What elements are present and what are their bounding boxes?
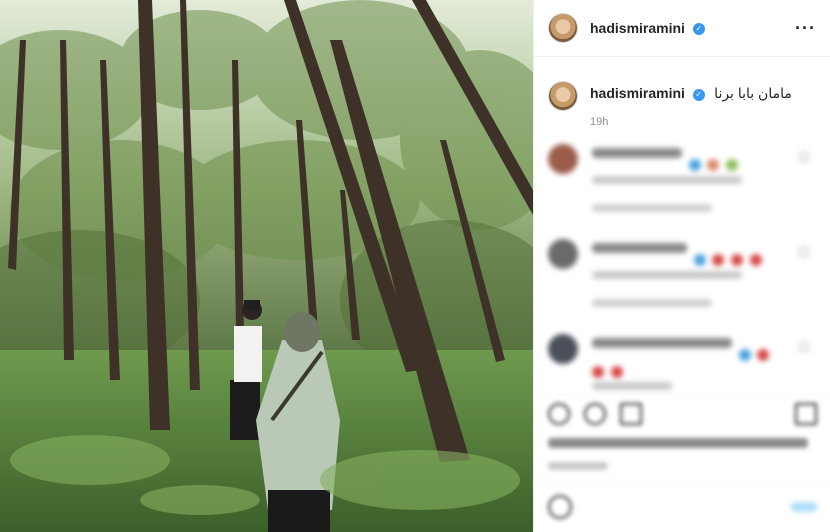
caption-username[interactable]: hadismiramini — [590, 85, 685, 101]
comment-text — [592, 148, 738, 171]
emoji-icon[interactable] — [548, 495, 572, 519]
heart-icon[interactable] — [548, 403, 570, 425]
comment-item — [534, 225, 830, 320]
bookmark-icon[interactable] — [795, 403, 817, 425]
caption-avatar[interactable] — [548, 81, 578, 111]
author-username-text[interactable]: hadismiramini — [590, 20, 685, 36]
author-username[interactable]: hadismiramini ✓ — [590, 20, 705, 36]
caption-body: hadismiramini ✓ مامان بابا برنا 19h — [590, 81, 792, 128]
verified-badge-icon: ✓ — [692, 88, 705, 101]
comment-meta — [592, 271, 742, 279]
comment-avatar[interactable] — [548, 239, 578, 269]
author-avatar[interactable] — [548, 13, 578, 43]
view-replies-link[interactable] — [592, 299, 712, 307]
post-photo[interactable] — [0, 0, 533, 532]
comments-list — [534, 130, 830, 415]
comment-text — [592, 338, 770, 378]
more-options-button[interactable]: ··· — [795, 18, 816, 39]
verified-badge-icon: ✓ — [692, 23, 705, 36]
comment-avatar[interactable] — [548, 144, 578, 174]
forest-photo-illustration — [0, 0, 533, 532]
comment-avatar[interactable] — [548, 334, 578, 364]
post-comment-button[interactable] — [791, 502, 817, 512]
post-sidebar: hadismiramini ✓ ··· hadismiramini ✓ ماما… — [533, 0, 830, 532]
caption-text: مامان بابا برنا — [714, 85, 792, 101]
post-timestamp[interactable]: 19h — [590, 116, 792, 128]
post-date — [548, 462, 608, 470]
heart-icon[interactable] — [799, 342, 809, 352]
add-comment-bar — [534, 482, 830, 532]
comment-meta — [592, 176, 742, 184]
post-actions — [534, 394, 830, 434]
comment-text — [592, 243, 762, 266]
post-caption: hadismiramini ✓ مامان بابا برنا 19h — [534, 57, 830, 128]
likes-summary[interactable] — [548, 438, 808, 448]
share-icon[interactable] — [620, 403, 642, 425]
comment-meta — [592, 382, 672, 390]
comment-item — [534, 130, 830, 225]
post-header: hadismiramini ✓ ··· — [534, 0, 830, 57]
view-replies-link[interactable] — [592, 204, 712, 212]
instagram-post: hadismiramini ✓ ··· hadismiramini ✓ ماما… — [0, 0, 830, 532]
comment-icon[interactable] — [584, 403, 606, 425]
heart-icon[interactable] — [799, 247, 809, 257]
heart-icon[interactable] — [799, 152, 809, 162]
